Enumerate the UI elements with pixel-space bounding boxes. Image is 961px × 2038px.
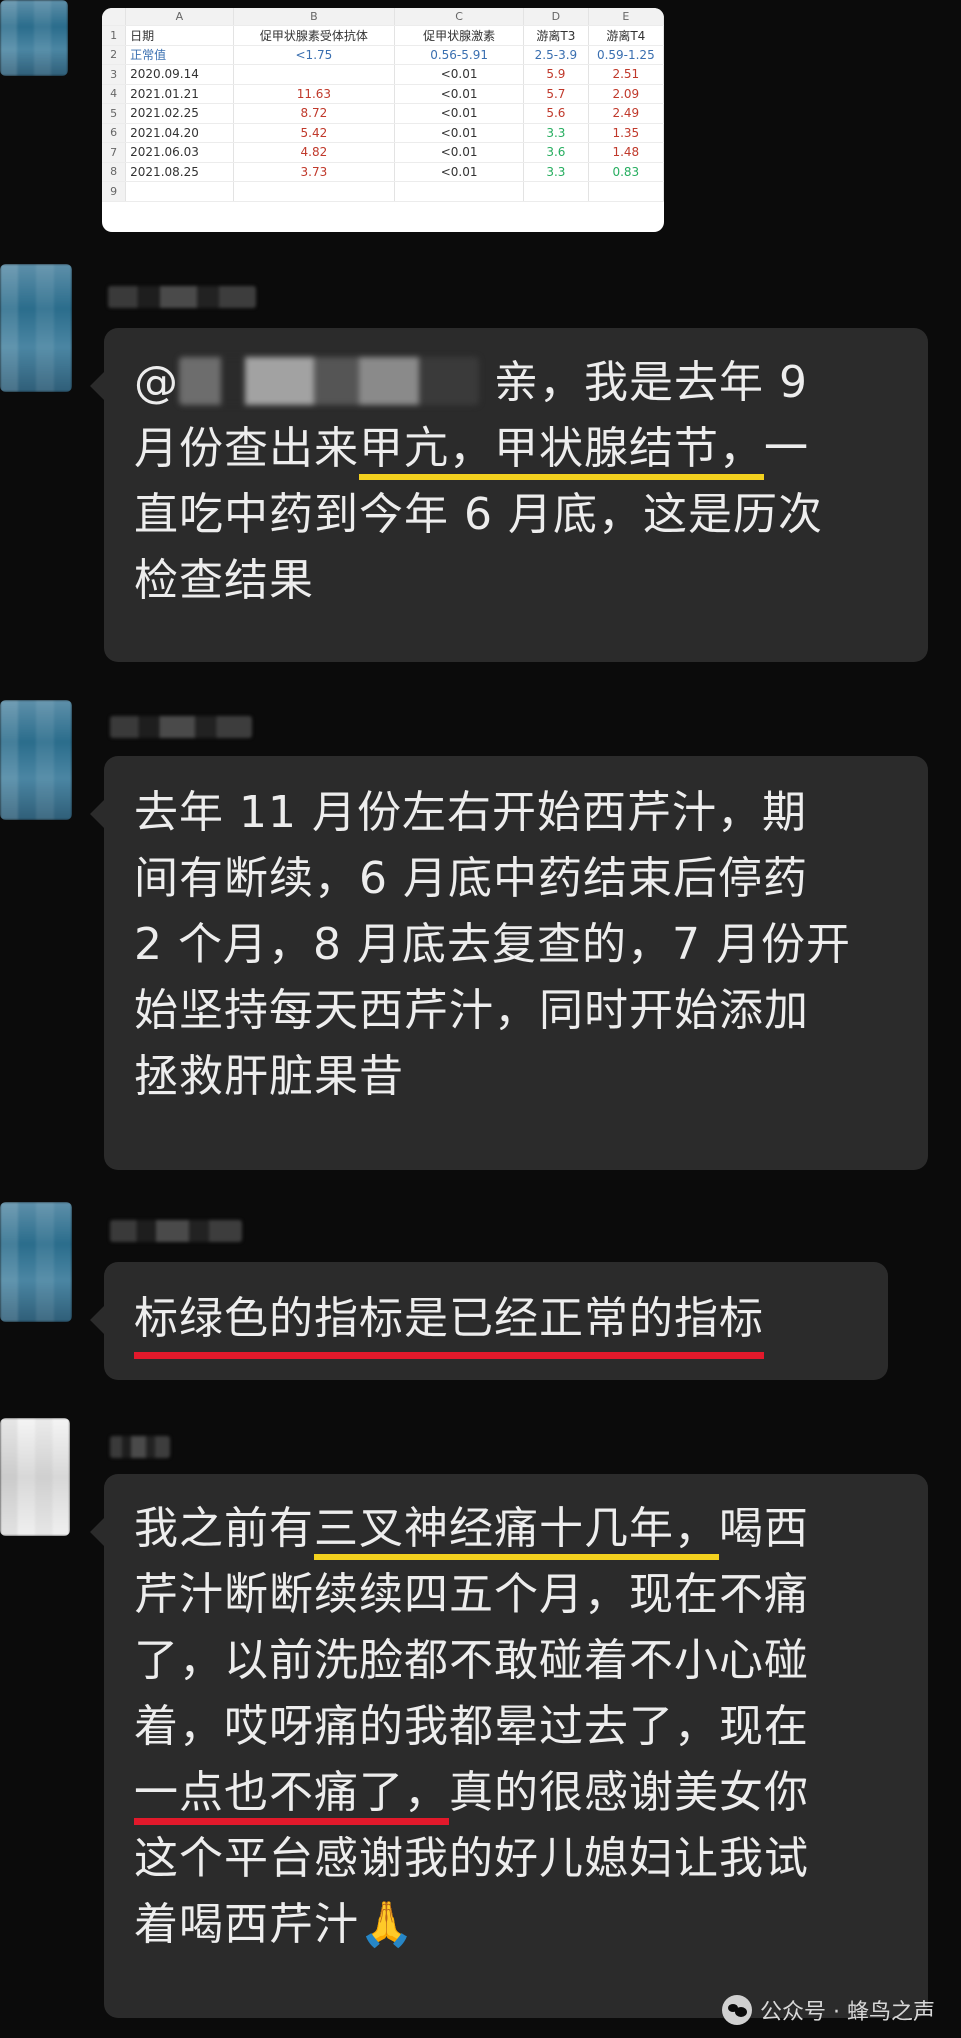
message-line: 一点也不痛了，真的很感谢美女你 [134, 1760, 898, 1826]
table-row: 9 [102, 181, 664, 202]
message-line: 始坚持每天西芹汁，同时开始添加 [134, 985, 809, 1036]
column-a: A [125, 8, 234, 26]
table-row: 5 2021.02.25 8.72 <0.01 5.6 2.49 [102, 103, 664, 124]
chat-bubble[interactable]: 我之前有三叉神经痛十几年，喝西 芹汁断断续续四五个月，现在不痛 了，以前洗脸都不… [90, 1474, 928, 2018]
table-row: 7 2021.06.03 4.82 <0.01 3.6 1.48 [102, 142, 664, 163]
message-line: 这个平台感谢我的好儿媳妇让我试 [134, 1833, 809, 1884]
table-row: 1 日期 促甲状腺素受体抗体 促甲状腺激素 游离T3 游离T4 [102, 25, 664, 46]
message-line: 着喝西芹汁🙏 [134, 1899, 415, 1950]
column-b: B [233, 8, 396, 26]
avatar[interactable] [0, 264, 72, 392]
table-row: 8 2021.08.25 3.73 <0.01 3.3 0.83 [102, 162, 664, 182]
highlight-red: 标绿色的指标是已经正常的指标 [134, 1286, 764, 1359]
message-line: 我之前有三叉神经痛十几年，喝西 [134, 1496, 898, 1562]
message-line: 间有断续，6 月底中药结束后停药 [134, 853, 808, 904]
avatar[interactable] [0, 1418, 70, 1536]
message-line: 拯救肝脏果昔 [134, 1051, 404, 1102]
column-header-row: A B C D E [102, 8, 664, 26]
message-line: 2 个月，8 月底去复查的，7 月份开 [134, 919, 851, 970]
avatar[interactable] [0, 1202, 72, 1322]
sender-name-redacted [110, 716, 252, 738]
table-row: 4 2021.01.21 11.63 <0.01 5.7 2.09 [102, 84, 664, 104]
watermark: 公众号 · 蜂鸟之声 [722, 1994, 935, 2026]
message-line: 直吃中药到今年 6 月底，这是历次 [134, 489, 823, 540]
sender-name-redacted [110, 1436, 170, 1458]
sender-name-redacted [110, 1220, 242, 1242]
message-line: 去年 11 月份左右开始西芹汁，期 [134, 787, 807, 838]
column-c: C [394, 8, 525, 26]
chat-bubble[interactable]: 标绿色的指标是已经正常的指标 [90, 1262, 888, 1380]
highlight-yellow: 三叉神经痛十几年， [314, 1503, 719, 1560]
watermark-label: 公众号 · 蜂鸟之声 [760, 2000, 935, 2025]
chat-bubble[interactable]: 去年 11 月份左右开始西芹汁，期 间有断续，6 月底中药结束后停药 2 个月，… [90, 756, 928, 1170]
avatar[interactable] [0, 0, 68, 76]
message-line: 芹汁断断续续四五个月，现在不痛 [134, 1569, 809, 1620]
reference-row: 2 正常值 <1.75 0.56-5.91 2.5-3.9 0.59-1.25 [102, 45, 664, 65]
column-d: D [523, 8, 589, 26]
message-line: 了，以前洗脸都不敢碰着不小心碰 [134, 1635, 809, 1686]
table-row: 6 2021.04.20 5.42 <0.01 3.3 1.35 [102, 123, 664, 143]
message-line: 月份查出来甲亢，甲状腺结节，一 [134, 416, 898, 482]
table-row: 3 2020.09.14 <0.01 5.9 2.51 [102, 64, 664, 85]
spreadsheet-image[interactable]: A B C D E 1 日期 促甲状腺素受体抗体 促甲状腺激素 游离T3 游离T… [102, 8, 664, 232]
highlight-red: 一点也不痛了， [134, 1767, 449, 1825]
message-line: 检查结果 [134, 555, 314, 606]
sender-name-redacted [108, 286, 256, 308]
highlight-yellow: 甲亢，甲状腺结节， [359, 423, 764, 480]
mention-redacted [179, 357, 479, 405]
wechat-icon [722, 1995, 753, 2025]
message-line: @ 亲，我是去年 9 [134, 357, 808, 408]
chat-bubble[interactable]: @ 亲，我是去年 9 月份查出来甲亢，甲状腺结节，一 直吃中药到今年 6 月底，… [90, 328, 928, 662]
column-e: E [588, 8, 664, 26]
avatar[interactable] [0, 700, 72, 820]
message-line: 着，哎呀痛的我都晕过去了，现在 [134, 1701, 809, 1752]
